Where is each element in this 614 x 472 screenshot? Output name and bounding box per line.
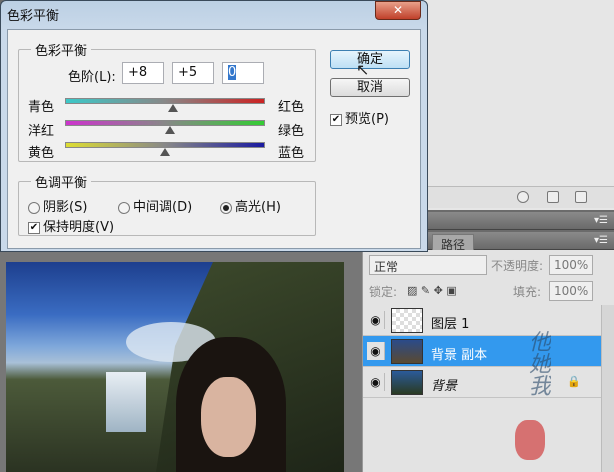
close-button[interactable]: ✕ [375,1,421,20]
slider-knob[interactable] [168,104,178,112]
group-legend: 色调平衡 [35,176,88,191]
radio-label: 阴影(S) [43,200,88,215]
checkbox-label: 预览(P) [345,112,389,127]
trash-icon[interactable] [575,191,587,203]
dialog-title: 色彩平衡 [7,9,60,24]
slider-knob[interactable] [165,126,175,134]
radio-midtones[interactable]: 中间调(D) [118,196,192,215]
opacity-input[interactable]: 100% [549,255,593,275]
radio-label: 中间调(D) [133,200,193,215]
cancel-button[interactable]: 取消 [330,78,410,97]
opacity-label: 不透明度: [491,259,544,273]
eye-icon[interactable]: ◉ [367,342,385,360]
cyan-red-slider[interactable] [65,98,265,104]
layer-name: 背景 副本 [431,348,488,363]
layer-thumbnail [391,339,423,364]
layers-panel: 正常 不透明度: 100% 锁定: ▨ ✎ ✥ ▣ 填充: 100% ◉ 图层 … [362,250,614,472]
checkbox-label: 保持明度(V) [43,220,115,235]
layer-thumbnail [391,370,423,395]
radio-highlights[interactable]: 高光(H) [220,196,281,215]
fill-label: 填充: [513,285,542,299]
slider-knob[interactable] [160,148,170,156]
eye-icon[interactable]: ◉ [367,373,385,391]
level-magenta-green-input[interactable]: +5 [172,62,214,84]
lock-label: 锁定: [369,285,398,299]
radio-icon[interactable] [28,201,40,214]
layer-thumbnail [391,308,423,333]
scrollbar[interactable] [601,305,614,472]
blue-label: 蓝色 [278,146,305,161]
face [201,377,256,457]
panel-menu-icon[interactable]: ▾☰ [594,215,608,226]
layer-row[interactable]: ◉ 图层 1 [363,305,601,336]
mouse-cursor-icon: ↖ [356,60,370,79]
eye-icon[interactable]: ◉ [367,311,385,329]
layer-row[interactable]: ◉ 背景 副本 [363,336,601,367]
panel-footer [421,186,614,208]
level-cyan-red-input[interactable]: +8 [122,62,164,84]
selected-text: 0 [228,65,237,80]
fill-input[interactable]: 100% [549,281,593,301]
radio-icon[interactable] [220,201,232,214]
photo-canvas[interactable] [6,262,344,472]
check-icon[interactable]: ✔ [28,221,40,234]
preserve-luminosity-checkbox[interactable]: ✔ 保持明度(V) [28,216,114,235]
lock-icons[interactable]: ▨ ✎ ✥ ▣ [407,284,457,297]
radio-shadows[interactable]: 阴影(S) [28,196,87,215]
ok-button[interactable]: 确定 [330,50,410,69]
magenta-label: 洋红 [28,124,55,139]
watermark-signature: 他她我 [525,330,550,396]
yellow-label: 黄色 [28,146,55,161]
levels-label: 色阶(L): [68,70,116,85]
clip-icon[interactable] [517,191,529,203]
radio-icon[interactable] [118,201,130,214]
layer-row[interactable]: ◉ 背景 🔒 [363,367,601,398]
radio-label: 高光(H) [235,200,281,215]
cyan-label: 青色 [28,100,55,115]
adjustments-panel [420,0,614,210]
blend-mode-select[interactable]: 正常 [369,255,487,275]
green-label: 绿色 [278,124,305,139]
new-icon[interactable] [547,191,559,203]
preview-checkbox[interactable]: ✔ 预览(P) [330,108,389,127]
waterfall [106,372,146,432]
red-label: 红色 [278,100,305,115]
lock-icon: 🔒 [567,375,581,388]
dialog-body: 色彩平衡 色阶(L): +8 +5 0 青色 红色 洋红 绿色 黄色 蓝色 色调… [7,29,421,249]
check-icon[interactable]: ✔ [330,113,342,126]
layer-name: 背景 [431,379,458,394]
color-balance-dialog: 色彩平衡 ✕ 色彩平衡 色阶(L): +8 +5 0 青色 红色 洋红 绿色 黄… [0,0,428,252]
layer-name: 图层 1 [431,317,470,332]
panel-bar: ▾☰ [420,212,614,230]
panel-menu-icon[interactable]: ▾☰ [594,235,608,246]
level-yellow-blue-input[interactable]: 0 [222,62,264,84]
seal-stamp [515,420,545,460]
group-legend: 色彩平衡 [35,44,88,59]
